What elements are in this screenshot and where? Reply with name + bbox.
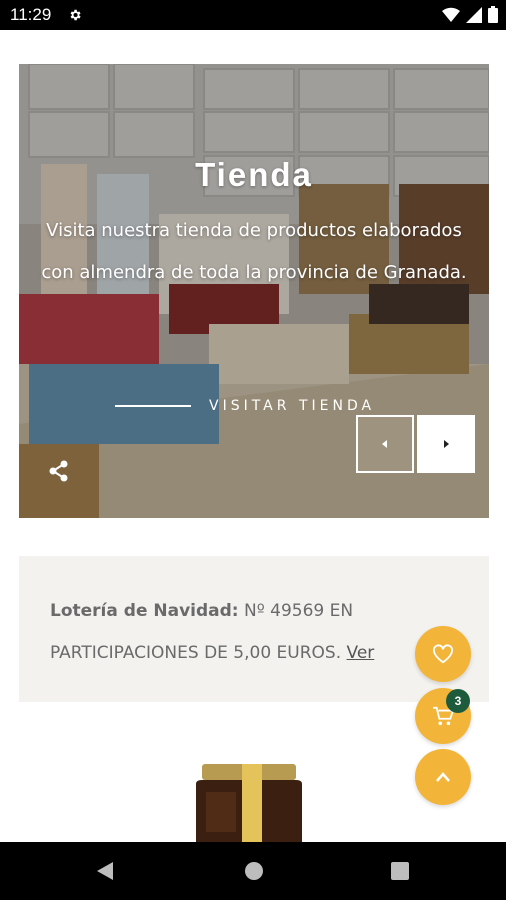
status-icons [442, 6, 498, 23]
chevron-up-icon [436, 772, 450, 782]
scroll-top-button[interactable] [415, 749, 471, 805]
hero-description: Visita nuestra tienda de productos elabo… [41, 220, 467, 283]
chevron-right-icon [444, 440, 449, 448]
system-nav-bar [0, 842, 506, 900]
home-icon[interactable] [245, 862, 263, 880]
back-icon[interactable] [96, 861, 114, 881]
visit-store-link[interactable]: VISITAR TIENDA [115, 398, 375, 414]
wifi-icon [442, 7, 460, 22]
share-icon[interactable] [49, 460, 69, 482]
lottery-notice: Lotería de Navidad: Nº 49569 EN PARTICIP… [19, 556, 489, 702]
cart-count-badge: 3 [446, 689, 470, 713]
battery-icon [488, 6, 498, 23]
lottery-text-block: Lotería de Navidad: Nº 49569 EN PARTICIP… [50, 590, 470, 674]
hero-title: Tienda [195, 156, 313, 193]
store-hero-banner[interactable]: Tienda Visita nuestra tienda de producto… [19, 64, 489, 518]
lottery-label: Lotería de Navidad: [50, 601, 239, 621]
chevron-left-icon [382, 440, 387, 448]
lottery-more-link[interactable]: Ver [347, 643, 375, 663]
recents-icon[interactable] [391, 862, 409, 880]
link-line-decoration [115, 405, 191, 407]
honey-jar-image[interactable] [192, 762, 306, 842]
visit-store-label: VISITAR TIENDA [209, 398, 376, 414]
page-content: Tienda Visita nuestra tienda de producto… [0, 30, 506, 842]
heart-icon [433, 644, 453, 664]
slider-next-button[interactable] [417, 415, 475, 473]
slider-prev-button[interactable] [356, 415, 414, 473]
wishlist-button[interactable] [415, 626, 471, 682]
status-bar: 11:29 [0, 0, 506, 30]
status-time: 11:29 [10, 5, 52, 24]
gear-icon [70, 9, 81, 21]
signal-icon [466, 6, 482, 23]
